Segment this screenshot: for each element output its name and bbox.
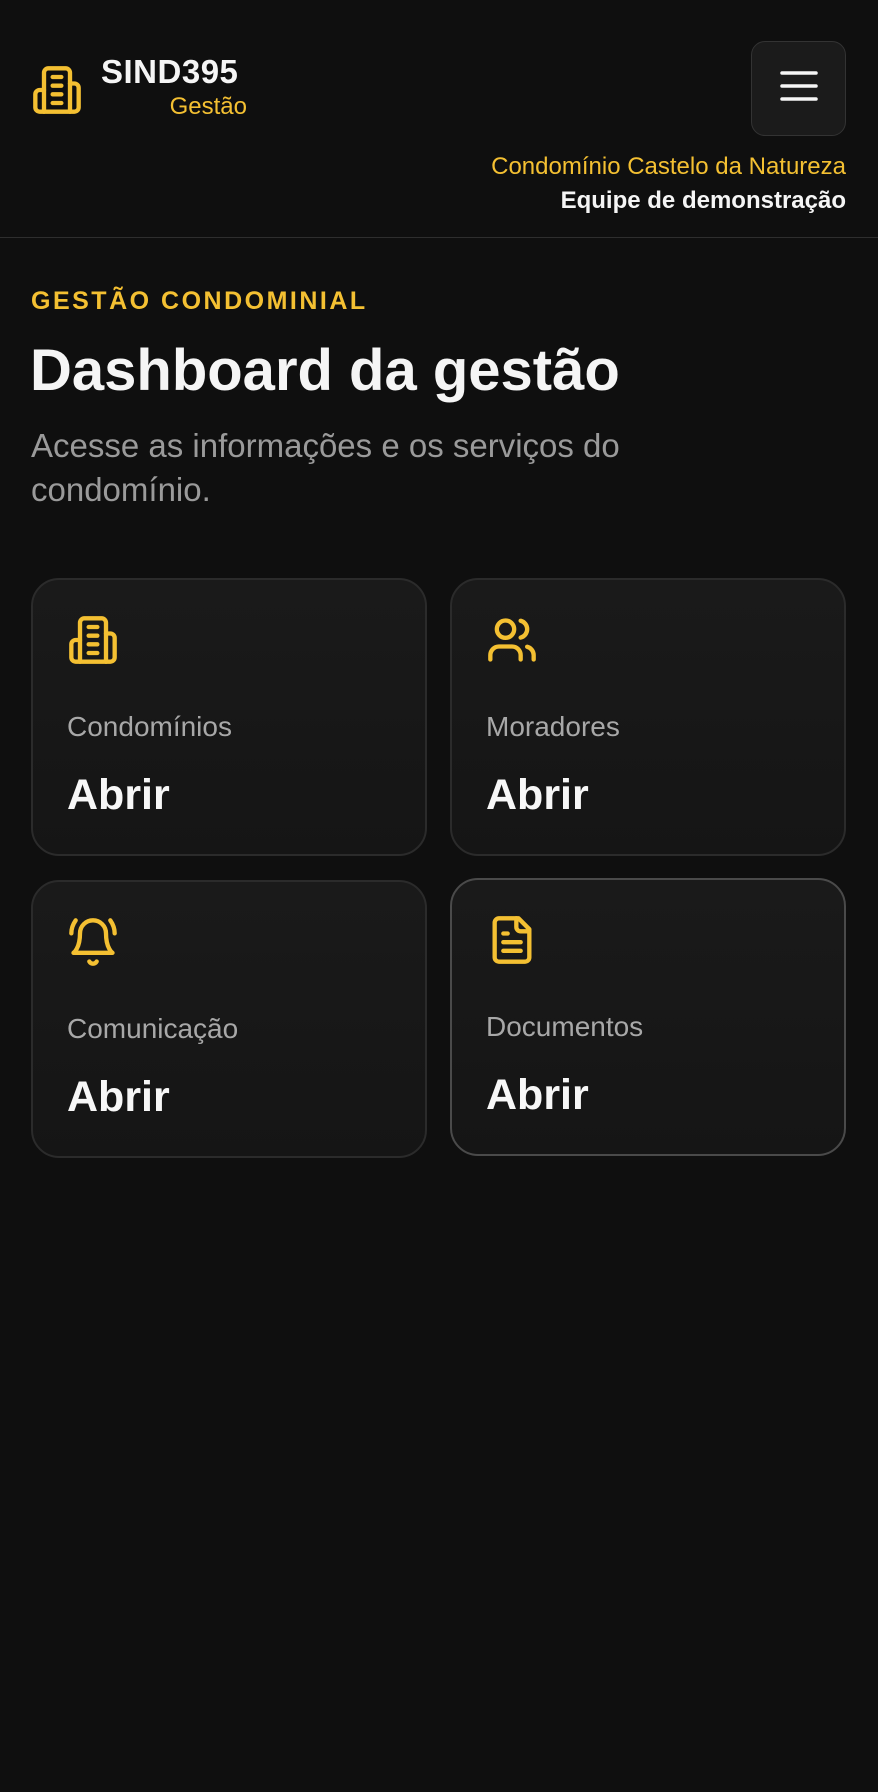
card-documentos[interactable]: Documentos Abrir (450, 878, 846, 1156)
card-label: Moradores (486, 711, 620, 742)
team-name: Equipe de demonstração (560, 187, 846, 214)
document-icon (486, 914, 538, 966)
card-label: Comunicação (67, 1013, 239, 1044)
card-label: Condomínios (67, 711, 232, 742)
brand-subtitle: Gestão (169, 93, 247, 120)
app-header: SIND395 Gestão Condomínio Castelo da Nat… (0, 0, 878, 238)
card-open-action[interactable]: Abrir (67, 770, 170, 820)
brand-title: SIND395 (101, 53, 239, 90)
page-description: Acesse as informações e os serviços do c… (31, 427, 620, 508)
users-icon (486, 614, 538, 666)
card-open-action[interactable]: Abrir (486, 1070, 589, 1120)
menu-button[interactable] (751, 41, 846, 136)
card-label: Documentos (486, 1011, 644, 1042)
building-icon (31, 64, 83, 116)
card-moradores[interactable]: Moradores Abrir (450, 578, 846, 856)
card-open-action[interactable]: Abrir (67, 1072, 170, 1122)
section-eyebrow: GESTÃO CONDOMINIAL (31, 287, 368, 315)
card-condominios[interactable]: Condomínios Abrir (31, 578, 427, 856)
condominium-name: Condomínio Castelo da Natureza (491, 153, 846, 180)
building-icon (67, 614, 119, 666)
card-comunicacao[interactable]: Comunicação Abrir (31, 880, 427, 1158)
page-title: Dashboard da gestão (30, 338, 620, 403)
hamburger-menu-icon (779, 68, 819, 109)
bell-icon (67, 916, 119, 968)
card-open-action[interactable]: Abrir (486, 770, 589, 820)
